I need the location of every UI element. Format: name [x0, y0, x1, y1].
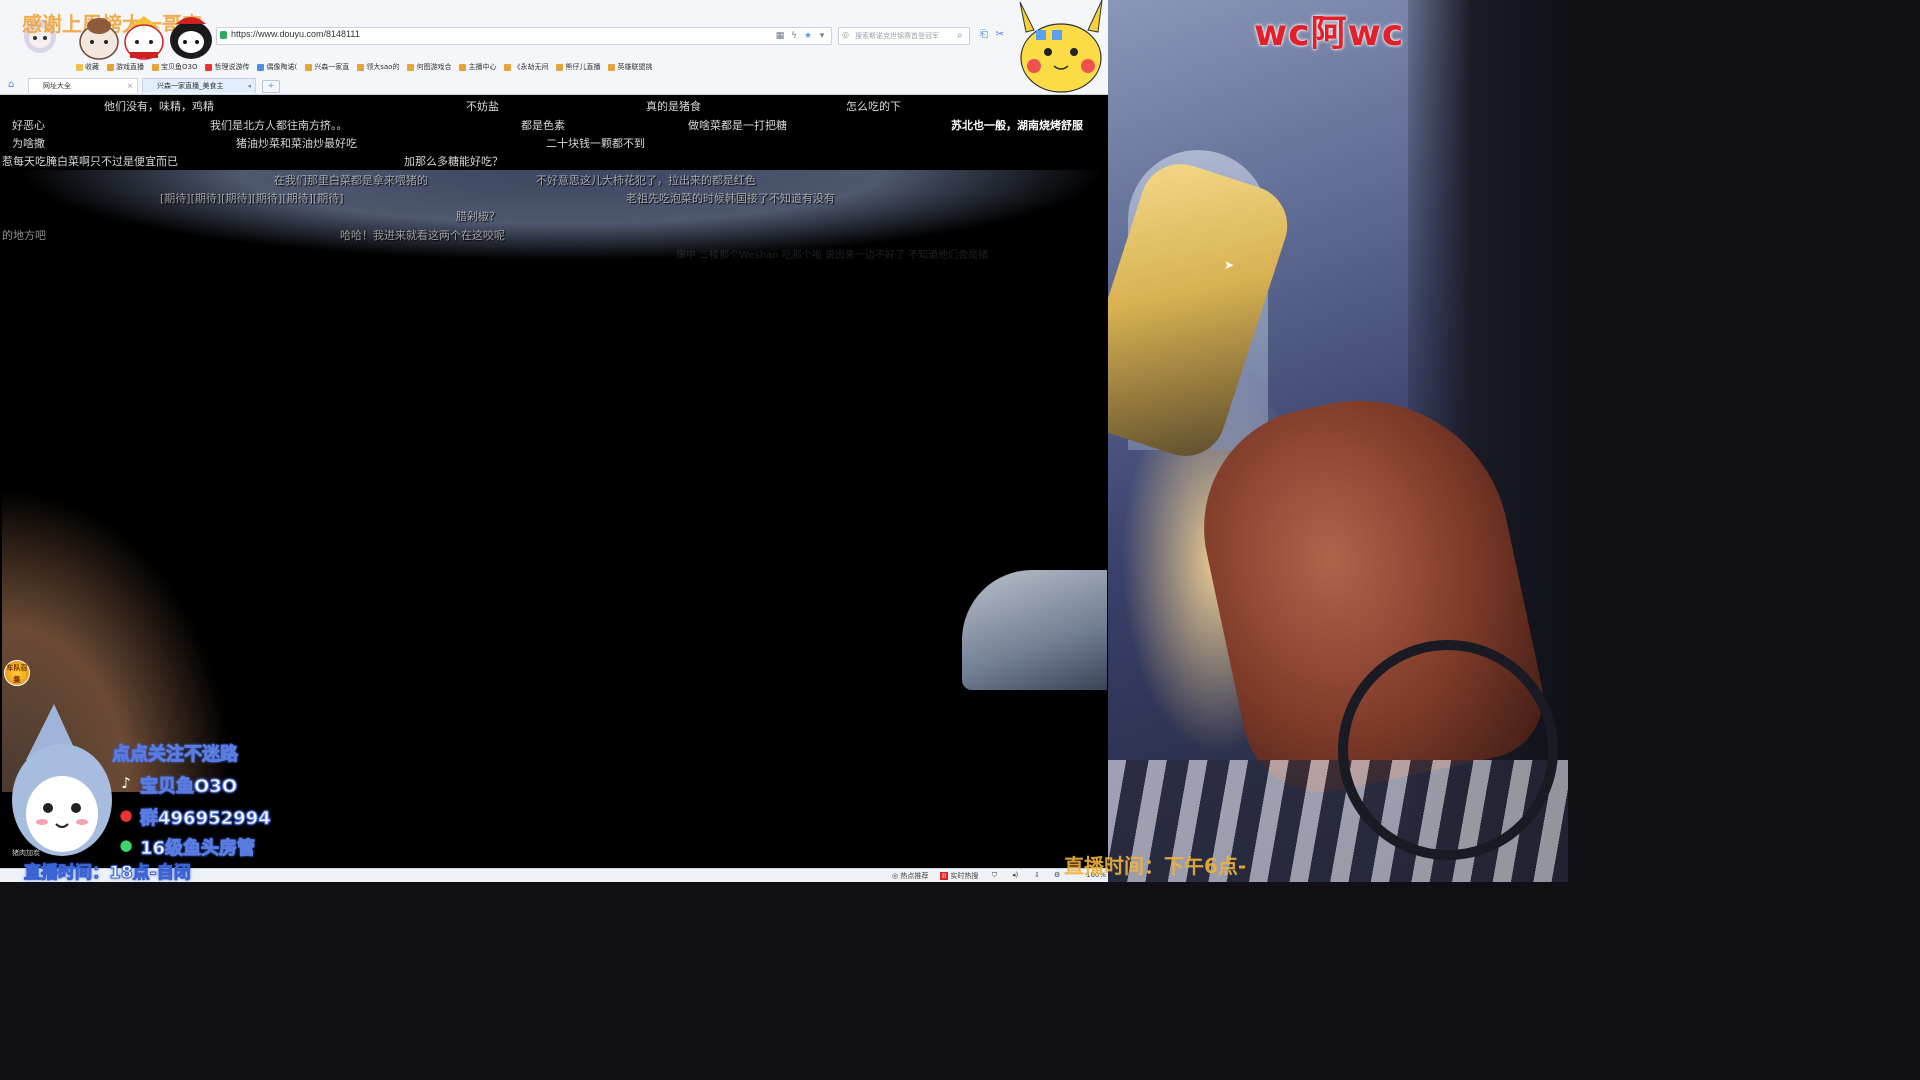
live-video-frame[interactable] — [2, 170, 1107, 792]
fish-icon — [357, 63, 365, 71]
bookmarks-bar: 收藏 游戏直播 宝贝鱼O3O 哲理说游传 偶像陶诺( 兴森一家直 领大sao的 … — [76, 60, 652, 74]
bookmark-item[interactable]: 哲理说游传 — [205, 60, 249, 74]
grid-icon[interactable]: ▦ — [775, 31, 785, 41]
background-artwork: ➤ wc阿wc — [1108, 0, 1568, 882]
fish-icon — [459, 63, 467, 71]
speaker-icon[interactable]: ◂) — [1012, 871, 1018, 879]
danmaku-comment: 腊剁椒？ — [456, 210, 500, 223]
bookmark-item[interactable]: 熊仔儿直播 — [556, 60, 600, 74]
scissors-icon[interactable]: ✂ — [994, 29, 1006, 41]
danmaku-comment: 老祖先吃泡菜的时候韩国接了不知道有没有 — [626, 192, 835, 205]
tab-nav-directory[interactable]: 网址大全 × — [28, 78, 138, 93]
search-icon[interactable]: ⌕ — [957, 30, 963, 41]
live-time-banner: 直播时间：下午6点- — [1064, 854, 1247, 878]
danmaku-comment: 猪油炒菜和菜油炒最好吃 — [236, 137, 357, 150]
fish-icon — [152, 63, 159, 71]
danmaku-comment: 做啥菜都是一打把糖 — [688, 119, 787, 132]
wechat-icon: ● — [119, 836, 133, 854]
bookmark-item[interactable]: 主播中心 — [459, 60, 496, 74]
search-placeholder: 搜索斯诺克世锦赛首登冠军 — [855, 32, 939, 40]
qq-icon: ● — [119, 806, 133, 824]
danmaku-comment: 加那么多糖能好吃？ — [404, 155, 503, 168]
tab-strip: ⌂ 网址大全 × 兴森一家直播_美食主 ◂ + — [0, 77, 1108, 94]
pikachu-sticker — [1014, 0, 1108, 94]
danmaku-comment: 真的是猪食 — [646, 100, 701, 113]
bookmark-item[interactable]: 《永劫无间 — [504, 60, 548, 74]
danmaku-comment: 不好意思这儿大柿花犯了，拉出来的都是红色 — [536, 174, 756, 187]
bookmark-item[interactable]: 收藏 — [76, 60, 99, 74]
new-tab-button[interactable]: + — [262, 80, 280, 93]
danmaku-comment: 二十块钱一颗都不到 — [546, 137, 645, 150]
danmaku-comment: 康中 二楼那个Weshan 吃那个啦 说出来一边不好了 不知道他们会是猪 — [676, 250, 989, 261]
extension-icon[interactable]: ⎗ — [978, 29, 990, 41]
fish-icon — [608, 63, 616, 71]
shield-icon[interactable]: ⛉ — [992, 871, 997, 880]
fish-icon — [407, 63, 415, 71]
douyin-icon: ♪ — [121, 774, 131, 792]
live-schedule: 直播时间：18点-自闭 — [24, 863, 192, 883]
mouse-cursor-icon: ➤ — [1224, 258, 1235, 272]
danmaku-comment: 为啥撒 — [12, 137, 45, 150]
danmaku-comment: 的地方吧 — [2, 229, 46, 242]
danmaku-comment: 怎么吃的下 — [846, 100, 901, 113]
promo-wechat: 16级鱼头房管 — [139, 838, 256, 860]
fish-icon — [107, 63, 114, 71]
shark-mascot: 猪肉加炭 — [6, 700, 118, 868]
team-recruit-badge[interactable]: 车队召集 — [4, 660, 30, 686]
danmaku-comment: 我们是北方人都往南方挤。。 — [210, 119, 348, 132]
avatar-sticker-4 — [168, 12, 214, 60]
danmaku-comment: 惹每天吃腌白菜啊只不过是便宜而已 — [2, 155, 178, 168]
danmaku-comment: 在我们那里白菜都是拿来喂猪的 — [274, 174, 428, 187]
danmaku-comment: 哈哈！我进来就看这两个在这咬呢 — [340, 229, 505, 242]
close-icon[interactable]: × — [127, 79, 133, 94]
address-url[interactable]: https://www.douyu.com/8148111 — [231, 29, 360, 39]
folder-icon — [257, 63, 265, 71]
status-hot-recommend[interactable]: ◎ 热点推荐 — [892, 871, 928, 881]
promo-qq-group: 群496952994 — [140, 808, 272, 830]
spatula-shape — [962, 570, 1107, 690]
danmaku-comment: 他们没有，味精，鸡精 — [104, 100, 214, 113]
danmaku-comment: 不妨盐 — [466, 100, 499, 113]
mascot-caption: 猪肉加炭 — [12, 849, 40, 857]
avatar-sticker-2 — [78, 16, 120, 60]
fish-icon — [305, 63, 313, 71]
fish-icon — [504, 63, 512, 71]
star-icon — [76, 63, 83, 71]
search-box[interactable]: ◎ 搜索斯诺克世锦赛首登冠军 ⌕ — [838, 27, 970, 45]
tab-douyu-live[interactable]: 兴森一家直播_美食主 ◂ — [142, 78, 256, 93]
lightning-icon[interactable]: ϟ — [789, 31, 799, 41]
address-bar[interactable]: https://www.douyu.com/8148111 ▦ ϟ ★ ▾ — [216, 27, 832, 45]
home-icon[interactable]: ⌂ — [8, 79, 14, 90]
bookmark-item[interactable]: 偶像陶诺( — [257, 60, 297, 74]
streamer-name-title: wc阿wc — [1254, 13, 1405, 54]
avatar-sticker-3 — [122, 14, 166, 60]
star-icon[interactable]: ★ — [803, 31, 813, 41]
bookmark-item[interactable]: 领大sao的 — [357, 60, 399, 74]
danmaku-comment: 都是色素 — [521, 119, 565, 132]
bookmark-item[interactable]: 宝贝鱼O3O — [152, 60, 197, 74]
secure-lock-icon — [220, 31, 227, 39]
promo-douyin: 宝贝鱼O3O — [139, 776, 238, 798]
chevron-down-icon[interactable]: ▾ — [817, 31, 827, 41]
download-icon[interactable]: ⇩ — [1034, 871, 1040, 879]
danmaku-comment: 好恶心 — [12, 119, 45, 132]
danmaku-comment: [期待][期待][期待][期待][期待][期待] — [160, 192, 344, 205]
browser-window: 他们没有，味精，鸡精 不妨盐 真的是猪食 怎么吃的下 好恶心 我们是北方人都往南… — [0, 0, 1108, 882]
bookmark-item[interactable]: 游戏直播 — [107, 60, 144, 74]
hot-icon: II — [940, 872, 949, 880]
status-realtime-search[interactable]: II 实时热搜 — [940, 871, 978, 881]
promo-follow: 点点关注不迷路 — [112, 744, 239, 766]
bookmark-item[interactable]: 兴森一家直 — [305, 60, 349, 74]
site-icon — [205, 63, 213, 71]
settings-icon[interactable]: ⚙ — [1054, 871, 1060, 879]
bookmark-item[interactable]: 何图游戏合 — [407, 60, 451, 74]
search-engine-icon[interactable]: ◎ — [842, 30, 849, 39]
fish-icon — [556, 63, 564, 71]
bookmark-item[interactable]: 英雄联盟挑 — [608, 60, 652, 74]
carriage-wheel-shape — [1338, 640, 1558, 860]
danmaku-comment: 苏北也一般，湖南烧烤舒服 — [951, 119, 1083, 132]
speaker-icon[interactable]: ◂ — [247, 79, 251, 94]
